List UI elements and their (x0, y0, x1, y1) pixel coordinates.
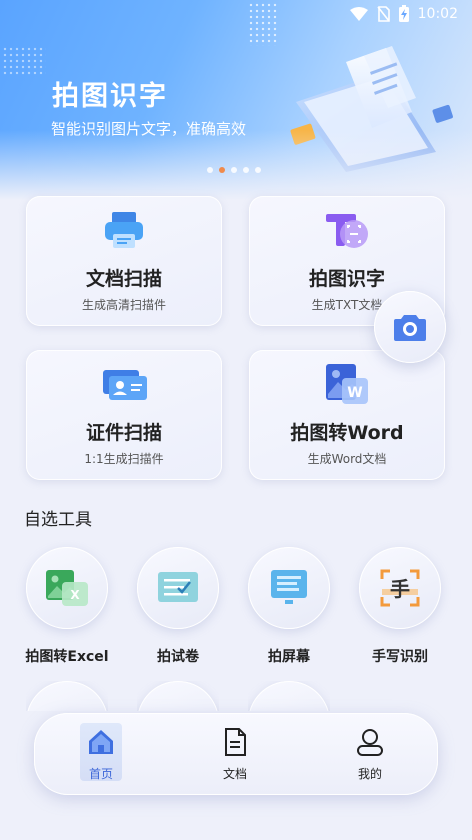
tool-icon-wrapper (137, 681, 219, 711)
document-icon (225, 728, 246, 756)
card-subtitle: 生成Word文档 (307, 452, 387, 466)
tool-label: 拍屏幕 (268, 649, 310, 665)
carousel-dot[interactable] (243, 167, 249, 173)
tool-partial[interactable] (248, 681, 330, 711)
tool-icon-wrapper: X (26, 547, 108, 629)
tool-exam-paper[interactable]: 拍试卷 (133, 547, 223, 666)
carousel-dot[interactable] (255, 167, 261, 173)
card-title: 拍图转Word (290, 422, 404, 444)
nav-label: 首页 (88, 767, 113, 781)
nav-home[interactable]: 首页 (66, 727, 136, 782)
tool-icon-wrapper: 手 (359, 547, 441, 629)
svg-text:X: X (70, 588, 80, 602)
tool-icon-wrapper (248, 681, 330, 711)
banner-dot-pattern (2, 46, 46, 76)
excel-icon: X (46, 570, 88, 606)
phone-scan-illustration (290, 46, 453, 172)
camera-button[interactable] (374, 291, 446, 363)
tool-label: 拍试卷 (157, 649, 199, 665)
word-icon: W (326, 364, 368, 404)
tool-icon-wrapper (26, 681, 108, 711)
section-title-tools: 自选工具 (24, 510, 92, 530)
card-document-scan[interactable]: 文档扫描 生成高清扫描件 (26, 196, 222, 326)
banner-subtitle: 智能识别图片文字，准确高效 (51, 120, 247, 138)
tool-icon-wrapper (137, 547, 219, 629)
card-image-to-word[interactable]: W 拍图转Word 生成Word文档 (249, 350, 445, 480)
tool-label: 拍图转Excel (25, 649, 109, 665)
tool-label: 手写识别 (372, 649, 428, 665)
card-title: 文档扫描 (85, 268, 162, 290)
printer-icon (105, 212, 143, 248)
card-id-scan[interactable]: 证件扫描 1:1生成扫描件 (26, 350, 222, 480)
handwriting-icon: 手 (380, 569, 420, 607)
carousel-dot[interactable] (231, 167, 237, 173)
nav-label: 文档 (222, 767, 247, 781)
carousel-dot[interactable] (207, 167, 213, 173)
nav-profile[interactable]: 我的 (335, 727, 405, 782)
camera-icon (394, 315, 426, 341)
tool-handwriting[interactable]: 手 手写识别 (355, 547, 445, 666)
carousel-dot-active[interactable] (219, 167, 225, 173)
svg-text:手: 手 (390, 577, 410, 601)
status-time: 10:02 (417, 5, 458, 22)
tool-partial[interactable] (26, 681, 108, 711)
status-bar: 10:02 (0, 0, 472, 28)
profile-icon (357, 729, 383, 756)
exam-paper-icon (158, 572, 198, 602)
battery-charging-icon (398, 5, 409, 22)
carousel-indicator (207, 167, 261, 173)
banner-title: 拍图识字 (52, 81, 168, 112)
wifi-icon (349, 6, 368, 21)
svg-text:W: W (347, 385, 362, 401)
text-recognition-icon (326, 214, 368, 248)
tool-screen-capture[interactable]: 拍屏幕 (244, 547, 334, 666)
no-sim-icon (377, 5, 390, 22)
home-icon (89, 730, 113, 754)
nav-documents[interactable]: 文档 (200, 727, 270, 782)
tool-image-to-excel[interactable]: X 拍图转Excel (22, 547, 112, 666)
screen-icon (271, 570, 307, 604)
tool-icon-wrapper (248, 547, 330, 629)
nav-label: 我的 (357, 767, 382, 781)
bottom-navigation: 首页 文档 我的 (34, 713, 438, 795)
card-title: 证件扫描 (85, 422, 162, 444)
tool-partial[interactable] (137, 681, 219, 711)
card-subtitle: 1:1生成扫描件 (84, 452, 164, 466)
id-card-icon (103, 370, 147, 400)
card-subtitle: 生成高清扫描件 (81, 298, 166, 312)
card-title: 拍图识字 (308, 268, 385, 290)
